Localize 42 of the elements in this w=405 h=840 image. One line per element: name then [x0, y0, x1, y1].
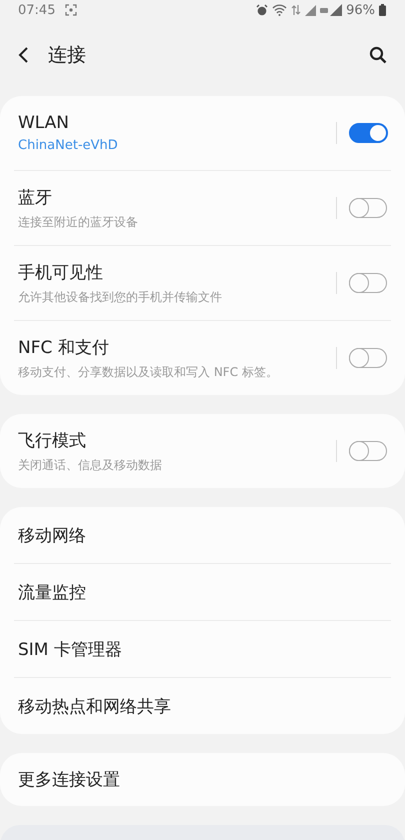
settings-item[interactable]: SIM 卡管理器: [14, 621, 391, 678]
item-title: NFC 和支付: [18, 336, 110, 358]
item-title: 蓝牙: [18, 186, 53, 208]
item-title: SIM 卡管理器: [18, 638, 122, 660]
toggle-switch[interactable]: [349, 273, 387, 293]
settings-item[interactable]: 手机可见性 允许其他设备找到您的手机并传输文件: [14, 246, 391, 321]
settings-item[interactable]: NFC 和支付 移动支付、分享数据以及读取和写入 NFC 标签。: [14, 321, 391, 395]
item-title: 手机可见性: [18, 262, 104, 284]
toggle-switch[interactable]: [349, 123, 387, 143]
settings-item[interactable]: 蓝牙 连接至附近的蓝牙设备: [14, 171, 391, 246]
item-subtitle: 连接至附近的蓝牙设备: [18, 214, 139, 230]
signal-icon: [305, 4, 316, 16]
page-title: 连接: [48, 43, 86, 68]
settings-item[interactable]: 更多连接设置: [14, 753, 391, 806]
battery-percent: 96%: [346, 2, 375, 18]
item-subtitle: 允许其他设备找到您的手机并传输文件: [18, 288, 223, 306]
settings-item[interactable]: 飞行模式 关闭通话、信息及移动数据: [14, 414, 391, 488]
settings-item[interactable]: 移动热点和网络共享: [14, 678, 391, 734]
item-title: 更多连接设置: [18, 769, 120, 791]
toggle-switch[interactable]: [349, 348, 387, 368]
status-time: 07:45: [18, 2, 56, 18]
item-subtitle: 移动支付、分享数据以及读取和写入 NFC 标签。: [18, 364, 279, 380]
toggle-switch[interactable]: [349, 441, 387, 461]
item-subtitle: ChinaNet-eVhD: [18, 138, 119, 153]
data-arrows-icon: [291, 4, 302, 16]
item-title: 移动热点和网络共享: [18, 696, 171, 718]
alarm-icon: [256, 4, 268, 16]
screenshot-icon: [65, 4, 78, 16]
wifi-icon: [272, 4, 288, 16]
battery-icon: [379, 4, 386, 16]
toggle-switch[interactable]: [349, 198, 387, 218]
item-subtitle: 关闭通话、信息及移动数据: [18, 456, 163, 474]
item-title: 飞行模式: [18, 430, 87, 452]
search-icon: [369, 46, 387, 64]
item-title: 流量监控: [18, 582, 86, 604]
back-icon: [18, 46, 30, 64]
hd-signal-icon: [320, 4, 342, 16]
item-title: 移动网络: [18, 524, 86, 546]
settings-item[interactable]: 流量监控: [14, 564, 391, 621]
settings-item[interactable]: 移动网络: [14, 507, 391, 564]
item-title: WLAN: [18, 113, 70, 133]
settings-item[interactable]: WLAN ChinaNet-eVhD: [14, 96, 391, 171]
